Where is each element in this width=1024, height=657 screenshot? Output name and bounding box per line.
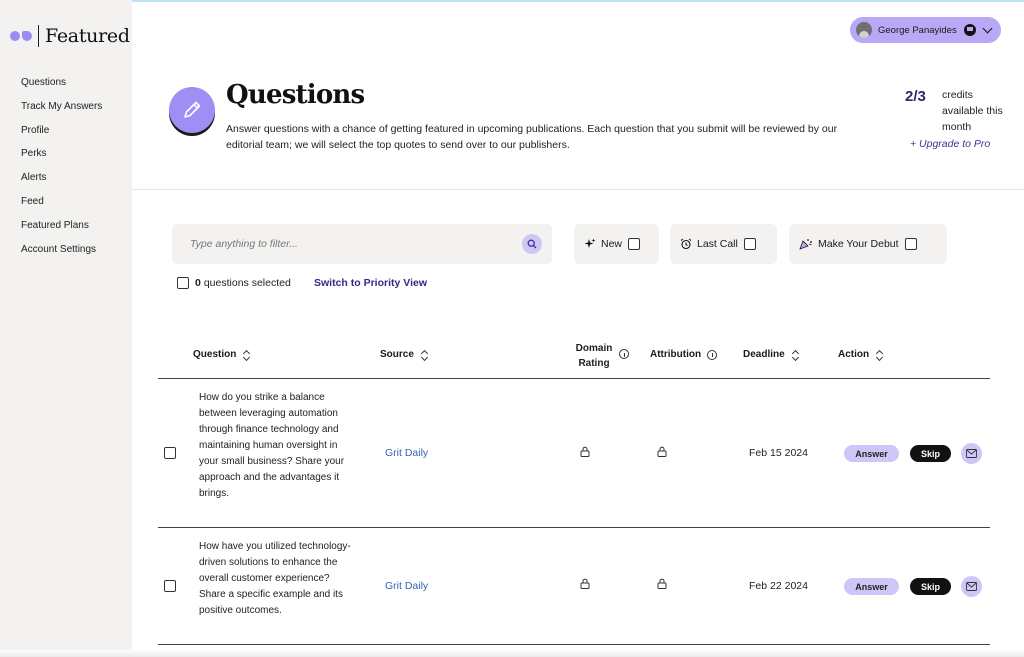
search-icon [527, 239, 537, 249]
chat-icon[interactable] [964, 24, 976, 36]
sidebar-item-questions[interactable]: Questions [21, 76, 102, 100]
email-button[interactable] [961, 576, 982, 597]
row-divider [158, 644, 990, 645]
column-header-action-label: Action [838, 349, 870, 360]
filter-chip-new[interactable]: New [574, 224, 659, 264]
filter-last-call-checkbox[interactable] [743, 238, 756, 250]
sidebar: Featured Questions Track My Answers Prof… [0, 0, 132, 657]
sidebar-item-account-settings[interactable]: Account Settings [21, 243, 102, 267]
sort-icon [793, 350, 799, 360]
column-header-question[interactable]: Question [193, 349, 250, 360]
page-description: Answer questions with a chance of gettin… [226, 123, 838, 151]
answer-button[interactable]: Answer [844, 578, 899, 595]
filter-chip-last-call-label: Last Call [697, 238, 738, 250]
selected-label: questions selected [203, 277, 291, 289]
switch-priority-view-link[interactable]: Switch to Priority View [314, 277, 427, 289]
column-header-source-label: Source [380, 349, 414, 360]
sidebar-item-featured-plans[interactable]: Featured Plans [21, 219, 102, 243]
sidebar-item-feed[interactable]: Feed [21, 195, 102, 219]
column-header-question-label: Question [193, 349, 237, 360]
bottom-shadow [0, 650, 1024, 657]
main-content: George Panayides Questions Answer questi… [132, 0, 1024, 657]
user-name: George Panayides [878, 24, 957, 36]
column-header-action[interactable]: Action [838, 349, 883, 360]
column-header-deadline-label: Deadline [743, 349, 785, 360]
sidebar-nav: Questions Track My Answers Profile Perks… [21, 76, 102, 266]
lock-icon [657, 446, 667, 457]
mail-icon [966, 582, 977, 591]
select-all-checkbox[interactable] [177, 277, 189, 289]
column-header-source[interactable]: Source [380, 349, 428, 360]
info-icon[interactable] [619, 349, 629, 359]
lock-icon [580, 578, 590, 589]
skip-button[interactable]: Skip [910, 578, 951, 595]
search-button[interactable] [522, 234, 542, 254]
alarm-clock-icon [680, 238, 692, 250]
logo[interactable]: Featured [10, 25, 130, 47]
sparkle-icon [584, 238, 596, 248]
app-window: Featured Questions Track My Answers Prof… [0, 0, 1024, 657]
row-checkbox[interactable] [164, 580, 176, 592]
sidebar-item-perks[interactable]: Perks [21, 147, 102, 171]
filter-chip-make-your-debut[interactable]: Make Your Debut [789, 224, 947, 264]
avatar [856, 22, 872, 38]
selection-summary: 0 questions selected [177, 277, 291, 289]
column-header-attribution: Attribution [650, 349, 718, 360]
header-divider [132, 189, 1024, 190]
quote-mark-icon [10, 31, 32, 41]
party-popper-icon [799, 239, 812, 250]
top-border [132, 0, 1024, 2]
filter-chip-make-your-debut-label: Make Your Debut [818, 238, 899, 250]
filter-chip-last-call[interactable]: Last Call [670, 224, 777, 264]
skip-button[interactable]: Skip [910, 445, 951, 462]
row-divider [158, 527, 990, 528]
deadline-text: Feb 22 2024 [749, 580, 808, 592]
question-text: How have you utilized technology-driven … [199, 541, 351, 616]
selected-count: 0 [195, 277, 201, 289]
source-link[interactable]: Grit Daily [385, 447, 428, 459]
upgrade-link[interactable]: + Upgrade to Pro [910, 138, 990, 150]
column-header-rating-label: Rating [578, 358, 610, 369]
logo-divider [38, 25, 39, 47]
lock-icon [580, 446, 590, 457]
question-text: How do you strike a balance between leve… [199, 392, 345, 499]
credits-count: 2/3 [905, 88, 926, 105]
column-header-domain-rating: Domain Rating [573, 341, 615, 371]
filter-chip-new-label: New [601, 238, 623, 250]
column-header-deadline[interactable]: Deadline [743, 349, 799, 360]
chevron-down-icon[interactable] [982, 23, 993, 34]
search-box [172, 224, 552, 264]
row-checkbox[interactable] [164, 447, 176, 459]
answer-button[interactable]: Answer [844, 445, 899, 462]
info-icon[interactable] [707, 349, 718, 360]
user-menu[interactable]: George Panayides [850, 17, 1001, 43]
table-header-divider [158, 378, 990, 379]
source-link[interactable]: Grit Daily [385, 580, 428, 592]
pencil-icon [169, 87, 215, 133]
page-title: Questions [226, 80, 365, 110]
lock-icon [657, 578, 667, 589]
email-button[interactable] [961, 443, 982, 464]
column-header-domain-label: Domain [575, 343, 613, 354]
filter-new-checkbox[interactable] [628, 238, 641, 250]
sort-icon [422, 350, 428, 360]
column-header-attribution-label: Attribution [650, 349, 702, 360]
logo-text: Featured [45, 25, 130, 47]
sort-icon [244, 350, 250, 360]
mail-icon [966, 449, 977, 458]
sidebar-item-track-my-answers[interactable]: Track My Answers [21, 100, 102, 124]
search-input[interactable] [190, 238, 510, 250]
sort-icon [877, 350, 883, 360]
credits-label: credits available this month [942, 89, 1003, 133]
filter-make-your-debut-checkbox[interactable] [904, 238, 917, 250]
sidebar-item-alerts[interactable]: Alerts [21, 171, 102, 195]
deadline-text: Feb 15 2024 [749, 447, 808, 459]
sidebar-item-profile[interactable]: Profile [21, 124, 102, 148]
